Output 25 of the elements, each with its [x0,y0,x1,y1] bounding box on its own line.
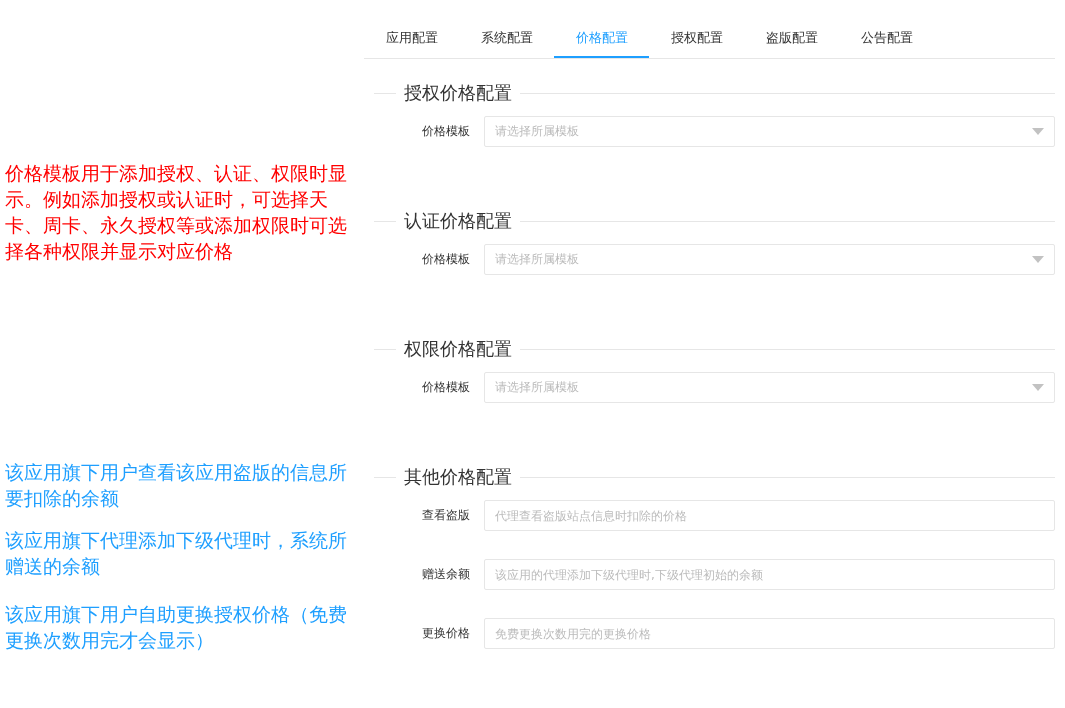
tab[interactable]: 公告配置 [839,20,934,58]
caret-icon [1032,256,1044,263]
field-label: 价格模板 [421,251,471,268]
input-field[interactable]: 免费更换次数用完的更换价格 [484,618,1055,649]
caret-icon [1032,384,1044,391]
section-title: 授权价格配置 [403,81,513,105]
field-label: 价格模板 [421,123,471,140]
tab[interactable]: 应用配置 [364,20,459,58]
annotation-text: 该应用旗下用户查看该应用盗版的信息所要扣除的余额 [5,460,348,511]
section-title: 认证价格配置 [403,209,513,233]
section-title: 权限价格配置 [403,337,513,361]
tab[interactable]: 系统配置 [459,20,554,58]
tab[interactable]: 授权配置 [649,20,744,58]
annotation-text: 价格模板用于添加授权、认证、权限时显示。例如添加授权或认证时，可选择天卡、周卡、永久授权等或添加权限时可选择各种权限并显示对应价格 [5,161,348,264]
field-label: 赠送余额 [421,566,471,583]
field-label: 查看盗版 [421,507,471,524]
input-field[interactable]: 该应用的代理添加下级代理时,下级代理初始的余额 [484,559,1055,590]
tab[interactable]: 盗版配置 [744,20,839,58]
annotation-text: 该应用旗下代理添加下级代理时，系统所赠送的余额 [5,528,348,579]
annotation-text: 该应用旗下用户自助更换授权价格（免费更换次数用完才会显示） [5,602,348,653]
field-label: 价格模板 [421,379,471,396]
section-title: 其他价格配置 [403,465,513,489]
field-label: 更换价格 [421,625,471,642]
caret-icon [1032,128,1044,135]
input-field[interactable]: 代理查看盗版站点信息时扣除的价格 [484,500,1055,531]
